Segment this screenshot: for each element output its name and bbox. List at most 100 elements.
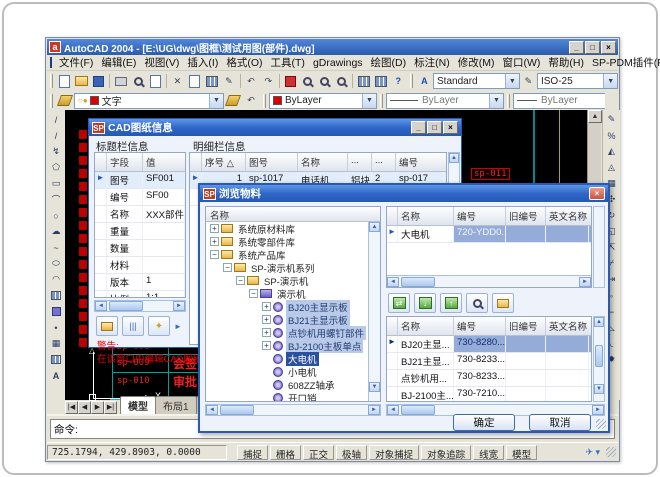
close-button[interactable]: × — [601, 41, 616, 54]
undo-icon[interactable]: ↶ — [243, 74, 258, 89]
tab-layout1[interactable]: 布局1 — [155, 396, 197, 414]
top-table-hscrollbar[interactable]: ◄ ► — [387, 275, 591, 287]
open-record-button[interactable] — [96, 316, 118, 336]
tree-item[interactable]: BJ20主显示板 — [286, 300, 350, 314]
menu-help[interactable]: 帮助(H) — [544, 54, 588, 71]
matchprop-icon[interactable]: ✎ — [221, 74, 236, 89]
table-row[interactable]: ► 大电机 720-YDD0... — [387, 226, 591, 243]
toolbar-grip[interactable] — [50, 74, 53, 88]
linetype-combo[interactable]: ByLayer ▼ — [386, 93, 504, 109]
point-icon[interactable]: • — [49, 320, 64, 335]
construction-line-icon[interactable]: / — [49, 128, 64, 143]
tree-item[interactable]: 系统零部件库 — [236, 235, 297, 249]
zoom-previous-icon[interactable] — [334, 74, 349, 89]
toolbar-grip[interactable] — [50, 94, 53, 108]
toggle-polar[interactable]: 极轴 — [336, 445, 367, 460]
tab-prev-icon[interactable]: ◀ — [78, 401, 91, 414]
lineweight-combo[interactable]: ByLayer — [513, 93, 605, 109]
make-block-icon[interactable] — [49, 304, 64, 319]
properties-icon[interactable] — [356, 74, 371, 89]
tree-item[interactable]: BJ-2100主板单点 — [286, 339, 363, 353]
titleblock-hscrollbar[interactable]: ◄ ► — [94, 300, 186, 312]
toggle-grid[interactable]: 栅格 — [270, 445, 301, 460]
tree-item[interactable]: BJ21主显示板 — [286, 313, 350, 327]
collapse-icon[interactable]: − — [236, 276, 245, 285]
title-bar[interactable]: a AutoCAD 2004 - [E:\UG\dwg\图框\测试用图(部件).… — [47, 39, 618, 55]
expand-icon[interactable]: + — [210, 224, 219, 233]
publish-icon[interactable] — [148, 74, 163, 89]
scroll-up-icon[interactable]: ▲ — [594, 317, 604, 327]
material-list-table[interactable]: 名称 编号 旧编号 英文名称 ► BJ20主显... 730-8280... B… — [386, 316, 592, 402]
tab-first-icon[interactable]: |◀ — [65, 401, 78, 414]
toolbar-grip[interactable] — [410, 74, 413, 88]
menu-view[interactable]: 视图(V) — [140, 54, 183, 71]
menu-dimension[interactable]: 标注(N) — [410, 54, 454, 71]
chevron-down-icon[interactable]: ▼ — [209, 94, 223, 108]
toggle-otrack[interactable]: 对象追踪 — [421, 445, 471, 460]
tab-model[interactable]: 模型 — [120, 396, 156, 414]
move-down-button[interactable]: ↓ — [414, 293, 436, 313]
table-row[interactable]: 版本 1 — [95, 274, 185, 291]
line-icon[interactable]: / — [49, 112, 64, 127]
scroll-thumb[interactable] — [220, 405, 254, 415]
table-row[interactable]: 重量 — [95, 223, 185, 240]
collapse-icon[interactable]: − — [210, 250, 219, 259]
toggle-snap[interactable]: 捕捉 — [237, 445, 268, 460]
tab-last-icon[interactable]: ▶| — [104, 401, 117, 414]
scroll-right-icon[interactable]: ► — [592, 405, 604, 415]
mtext-icon[interactable]: A — [49, 368, 64, 383]
scroll-right-icon[interactable]: ► — [579, 277, 591, 287]
color-combo[interactable]: ByLayer ▼ — [269, 93, 377, 109]
menu-gdrawings[interactable]: gDrawings — [309, 56, 367, 70]
polyline-icon[interactable]: ↯ — [49, 144, 64, 159]
chevron-down-icon[interactable]: ▼ — [505, 74, 519, 88]
circle-icon[interactable]: ○ — [49, 208, 64, 223]
toggle-osnap[interactable]: 对象捕捉 — [369, 445, 419, 460]
collapse-icon[interactable]: − — [223, 263, 232, 272]
scroll-thumb[interactable] — [401, 405, 435, 415]
browse-title-bar[interactable]: SP 浏览物料 × — [200, 185, 608, 202]
menu-tools[interactable]: 工具(T) — [267, 54, 309, 71]
scroll-thumb[interactable] — [109, 301, 143, 311]
tree-item[interactable]: 开口销 — [286, 391, 319, 403]
dialog-resize-grip[interactable] — [596, 419, 606, 429]
arc-icon[interactable]: ⌒ — [49, 192, 64, 207]
zoom-window-icon[interactable] — [317, 74, 332, 89]
move-up-button[interactable]: ↑ — [440, 293, 462, 313]
scroll-left-icon[interactable]: ◄ — [95, 301, 107, 311]
table-row[interactable]: ► 图号 SF001 — [95, 172, 185, 189]
polygon-icon[interactable]: ⬠ — [49, 160, 64, 175]
plot-preview-icon[interactable] — [131, 74, 146, 89]
scroll-up-icon[interactable]: ▲ — [369, 222, 380, 232]
titleblock-grid[interactable]: 字段 值 ► 图号 SF001 编号 SF00 名称 XXX部件 重量 — [94, 152, 186, 298]
toolbar-grip[interactable] — [380, 94, 383, 108]
cancel-button[interactable]: 取消 — [529, 414, 591, 431]
scroll-up-icon[interactable]: ▲ — [449, 153, 459, 163]
tree-item[interactable]: SP-演示机 — [262, 274, 310, 288]
columns-button[interactable]: ||| — [122, 316, 144, 336]
text-style-combo[interactable]: Standard ▼ — [433, 73, 520, 89]
tree-item-selected[interactable]: 大电机 — [286, 352, 319, 366]
tree-vscrollbar[interactable]: ▲ ▼ — [368, 222, 380, 402]
menu-insert[interactable]: 插入(I) — [183, 54, 222, 71]
chevron-down-icon[interactable]: ▼ — [603, 74, 617, 88]
ellipse-icon[interactable]: ⬭ — [49, 256, 64, 271]
save-icon[interactable] — [91, 74, 106, 89]
toggle-model[interactable]: 模型 — [506, 445, 537, 460]
scroll-left-icon[interactable]: ◄ — [206, 405, 218, 415]
layers-icon[interactable] — [57, 93, 73, 108]
add-record-button[interactable]: ✦ — [148, 316, 170, 336]
tree-hscrollbar[interactable]: ◄ ► — [205, 404, 381, 416]
new-icon[interactable] — [57, 74, 72, 89]
scroll-left-icon[interactable]: ◄ — [387, 277, 399, 287]
ellipse-arc-icon[interactable]: ◠ — [49, 272, 64, 287]
tree-item[interactable]: 小电机 — [286, 365, 319, 379]
scroll-right-icon[interactable]: ► — [368, 405, 380, 415]
hatch-icon[interactable]: ▦ — [49, 336, 64, 351]
expand-icon[interactable]: + — [262, 341, 271, 350]
chevron-down-icon[interactable]: ▼ — [362, 94, 376, 108]
scroll-left-icon[interactable]: ◄ — [387, 405, 399, 415]
bottom-table-vscrollbar[interactable]: ▲ ▼ — [593, 316, 605, 402]
tab-next-icon[interactable]: ▶ — [91, 401, 104, 414]
cad-info-title-bar[interactable]: SP CAD图纸信息 _ □ × — [89, 119, 461, 136]
